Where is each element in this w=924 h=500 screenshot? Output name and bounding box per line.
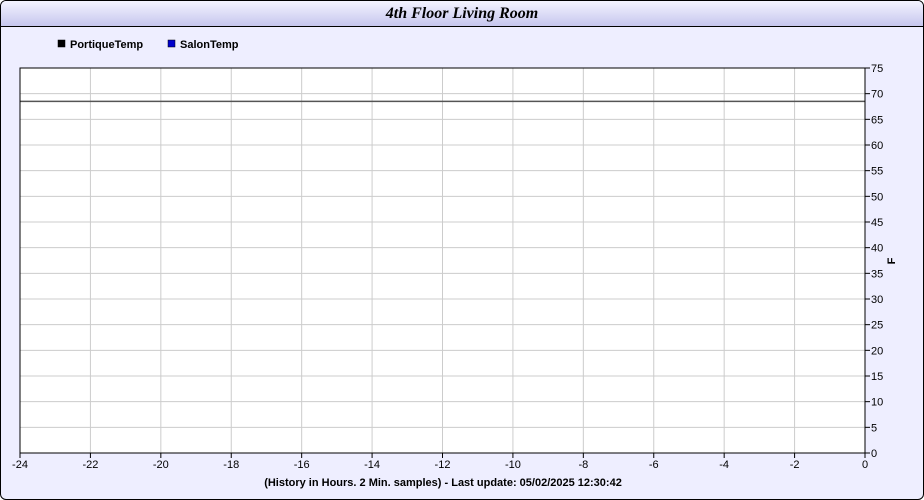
x-tick-label: -20 [153, 459, 169, 471]
x-tick-label: -16 [294, 459, 310, 471]
y-tick-label: 35 [871, 268, 883, 280]
x-tick-label: -10 [505, 459, 521, 471]
legend-label: SalonTemp [180, 39, 239, 51]
y-tick-label: 50 [871, 191, 883, 203]
y-tick-label: 40 [871, 243, 883, 255]
y-tick-label: 55 [871, 166, 883, 178]
y-tick-label: 10 [871, 397, 883, 409]
y-tick-label: 0 [871, 448, 877, 460]
legend: PortiqueTemp SalonTemp [57, 39, 239, 51]
legend-label: PortiqueTemp [70, 39, 143, 51]
legend-swatch [57, 39, 66, 48]
y-tick-label: 20 [871, 345, 883, 357]
chart-svg: PortiqueTemp SalonTemp -24 -22 -20 -18 -16 -14… [12, 39, 898, 489]
x-axis-label: (History in Hours. 2 Min. samples) - Las… [264, 477, 622, 489]
y-tick-label: 15 [871, 371, 883, 383]
x-axis: -24 -22 -20 -18 -16 -14 -12 -10 -8 -6 -4 -2 0 [12, 453, 868, 471]
y-tick-label: 30 [871, 294, 883, 306]
x-tick-label: -2 [790, 459, 800, 471]
x-tick-label: -8 [578, 459, 588, 471]
y-axis-label: F [886, 257, 898, 264]
y-tick-label: 45 [871, 217, 883, 229]
legend-swatch [167, 39, 176, 48]
y-tick-label: 25 [871, 320, 883, 332]
y-tick-label: 65 [871, 114, 883, 126]
x-tick-label: -4 [719, 459, 729, 471]
y-axis: 0 5 10 15 20 25 30 35 40 45 50 55 60 65 70 75 [865, 63, 883, 460]
x-tick-label: -12 [435, 459, 451, 471]
y-tick-label: 70 [871, 89, 883, 101]
x-tick-label: -24 [12, 459, 28, 471]
x-tick-label: -22 [82, 459, 98, 471]
x-tick-label: -14 [364, 459, 380, 471]
y-tick-label: 5 [871, 422, 877, 434]
y-tick-label: 75 [871, 63, 883, 75]
x-tick-label: -6 [649, 459, 659, 471]
x-tick-label: -18 [223, 459, 239, 471]
x-tick-label: 0 [862, 459, 868, 471]
y-tick-label: 60 [871, 140, 883, 152]
